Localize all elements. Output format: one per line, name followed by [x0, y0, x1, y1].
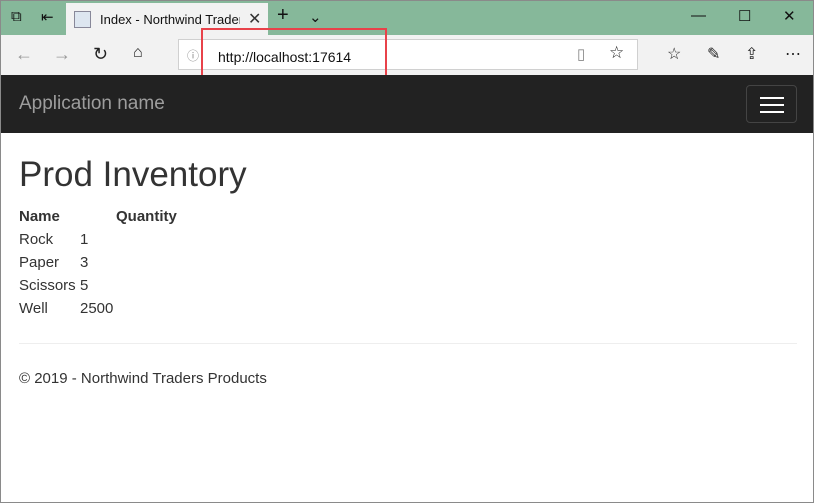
column-header-name: Name — [19, 208, 60, 225]
favorites-icon[interactable]: ☆ — [667, 44, 681, 64]
brand-link[interactable]: Application name — [19, 93, 165, 115]
footer-divider — [19, 343, 797, 344]
home-icon[interactable]: ⌂ — [133, 44, 143, 62]
close-window-icon[interactable]: ✕ — [783, 7, 796, 25]
row-name: Scissors — [19, 277, 76, 294]
url-highlight-box — [201, 28, 387, 82]
page-title: Prod Inventory — [19, 155, 247, 194]
row-quantity: 2500 — [80, 300, 114, 317]
favorite-star-icon[interactable]: ☆ — [609, 43, 624, 63]
column-header-quantity: Quantity — [116, 208, 177, 225]
minimize-icon[interactable]: — — [691, 7, 706, 24]
browser-toolbar: ← → ↻ ⌂ ⓘ ▯ ☆ ☆ ✎ ⇪ ⋯ — [1, 35, 813, 75]
info-icon[interactable]: ⓘ — [187, 47, 199, 64]
close-tab-icon[interactable]: ✕ — [248, 9, 261, 29]
maximize-icon[interactable]: ☐ — [738, 7, 751, 25]
share-icon[interactable]: ⇪ — [745, 44, 758, 64]
row-name: Paper — [19, 254, 60, 271]
row-quantity: 5 — [80, 277, 89, 294]
row-quantity: 1 — [80, 231, 89, 248]
new-tab-icon[interactable]: + — [277, 4, 289, 27]
forward-icon[interactable]: → — [53, 44, 71, 65]
row-quantity: 3 — [80, 254, 89, 271]
app-navbar: Application name — [1, 75, 813, 133]
hamburger-menu-button[interactable] — [746, 85, 797, 123]
page-favicon-icon — [74, 10, 91, 28]
pen-icon[interactable]: ✎ — [707, 44, 720, 64]
back-icon[interactable]: ← — [15, 44, 33, 65]
set-aside-tabs-icon[interactable]: ⇤ — [41, 8, 54, 26]
row-name: Well — [19, 300, 48, 317]
footer-text: © 2019 - Northwind Traders Products — [19, 370, 267, 387]
tab-title: Index - Northwind Traders Products — [100, 11, 240, 27]
refresh-icon[interactable]: ↻ — [93, 44, 108, 65]
browser-titlebar: ⧉ ⇤ Index - Northwind Traders Products ✕… — [1, 1, 813, 35]
reading-view-icon[interactable]: ▯ — [577, 45, 585, 63]
chevron-down-icon[interactable]: ⌄ — [309, 8, 322, 26]
row-name: Rock — [19, 231, 54, 248]
tab-manager-icon[interactable]: ⧉ — [11, 8, 22, 25]
more-icon[interactable]: ⋯ — [785, 44, 801, 64]
